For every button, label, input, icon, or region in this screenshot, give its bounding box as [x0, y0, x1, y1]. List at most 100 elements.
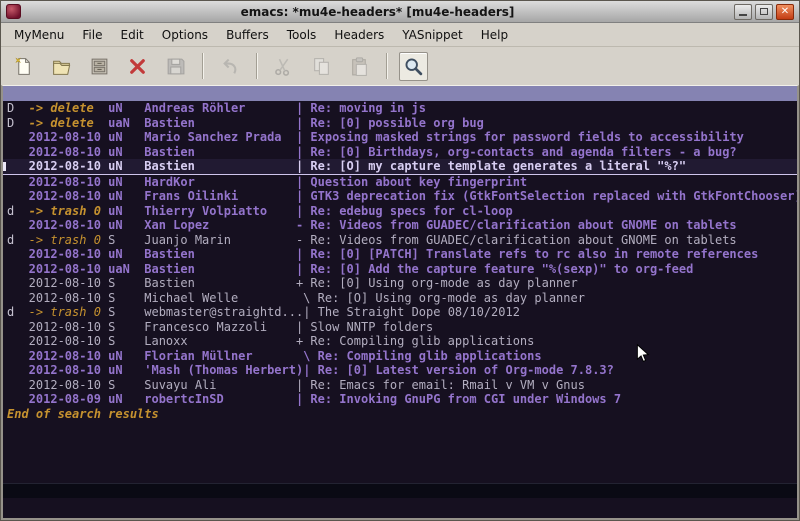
maximize-icon: [760, 8, 768, 15]
undo-icon: [215, 52, 244, 81]
flags-cell: uN: [108, 101, 144, 116]
mark-action-cell: -> delete: [29, 101, 108, 116]
message-row[interactable]: d-> trash 0SJuanjo Marin- Re: Videos fro…: [3, 233, 797, 248]
toolbar-separator: [386, 53, 387, 79]
from-cell: Frans Oilinki: [144, 189, 296, 204]
flags-cell: S: [108, 305, 144, 320]
date-cell: 2012-08-10: [29, 320, 108, 335]
minimize-button[interactable]: [734, 4, 752, 20]
new-file-icon[interactable]: [9, 52, 38, 81]
maximize-button[interactable]: [755, 4, 773, 20]
message-row[interactable]: D-> deleteuaNBastien| Re: [0] possible o…: [3, 116, 797, 131]
mark-cell: d: [7, 233, 29, 248]
close-button[interactable]: ✕: [776, 4, 794, 20]
flags-cell: S: [108, 233, 144, 248]
subject-cell: + Re: [0] Using org-mode as day planner: [296, 276, 578, 290]
message-row[interactable]: 2012-08-10SBastien+ Re: [0] Using org-mo…: [3, 276, 797, 291]
message-row[interactable]: 2012-08-10uNMario Sanchez Prada| Exposin…: [3, 130, 797, 145]
message-row[interactable]: d-> trash 0Swebmaster@straightd...| The …: [3, 305, 797, 320]
window-controls: ✕: [734, 4, 794, 20]
from-cell: Mario Sanchez Prada: [144, 130, 296, 145]
flags-cell: uN: [108, 247, 144, 262]
subject-cell: | The Straight Dope 08/10/2012: [303, 305, 520, 319]
menu-help[interactable]: Help: [472, 25, 517, 45]
minibuffer[interactable]: [3, 498, 797, 518]
from-cell: Bastien: [144, 262, 296, 277]
flags-cell: uN: [108, 159, 144, 174]
message-row[interactable]: 2012-08-10uNFlorian Müllner \ Re: Compil…: [3, 349, 797, 364]
subject-cell: | Re: moving in js: [296, 101, 426, 115]
date-cell: 2012-08-10: [29, 247, 108, 262]
subject-cell: | Re: [O] my capture template generates …: [296, 159, 686, 173]
menu-mymenu[interactable]: MyMenu: [5, 25, 73, 45]
message-row[interactable]: 2012-08-10uNFrans Oilinki| GTK3 deprecat…: [3, 189, 797, 204]
minimize-icon: [739, 14, 747, 16]
message-row[interactable]: 2012-08-10uNXan Lopez- Re: Videos from G…: [3, 218, 797, 233]
menu-yasnippet[interactable]: YASnippet: [393, 25, 472, 45]
window-menu-icon[interactable]: [6, 4, 21, 19]
save-buffer-icon: [161, 52, 190, 81]
end-of-search-results: End of search results: [3, 407, 797, 422]
message-row[interactable]: 2012-08-10SSuvayu Ali| Re: Emacs for ema…: [3, 378, 797, 393]
from-cell: HardKor: [144, 175, 296, 190]
from-cell: webmaster@straightd...: [144, 305, 303, 320]
flags-cell: S: [108, 320, 144, 335]
from-cell: Bastien: [144, 116, 296, 131]
paste-icon: [345, 52, 374, 81]
menu-file[interactable]: File: [73, 25, 111, 45]
flags-cell: uN: [108, 130, 144, 145]
message-row[interactable]: 2012-08-10uN'Mash (Thomas Herbert)| Re: …: [3, 363, 797, 378]
message-row[interactable]: 2012-08-10SFrancesco Mazzoli| Slow NNTP …: [3, 320, 797, 335]
subject-cell: - Re: Videos from GUADEC/clarification a…: [296, 218, 737, 232]
copy-icon: [307, 52, 336, 81]
message-row[interactable]: 2012-08-10SLanoxx+ Re: Compiling glib ap…: [3, 334, 797, 349]
subject-cell: | Re: [0] Birthdays, org-contacts and ag…: [296, 145, 737, 159]
message-row[interactable]: 2012-08-10SMichael Welle \ Re: [O] Using…: [3, 291, 797, 306]
message-row[interactable]: d-> trash 0uNThierry Volpiatto| Re: edeb…: [3, 204, 797, 219]
flags-cell: S: [108, 291, 144, 306]
subject-cell: | Re: edebug specs for cl-loop: [296, 204, 513, 218]
menu-headers[interactable]: Headers: [325, 25, 393, 45]
open-file-icon[interactable]: [47, 52, 76, 81]
message-row[interactable]: D-> deleteuNAndreas Röhler| Re: moving i…: [3, 101, 797, 116]
modeline[interactable]: *mu4e-headers* ( 5, 0) [All/2.0k] [mu4e-…: [3, 483, 797, 498]
message-row[interactable]: 2012-08-09uNrobertcInSD| Re: Invoking Gn…: [3, 392, 797, 407]
message-row[interactable]: 2012-08-10uNHardKor| Question about key …: [3, 175, 797, 190]
headers-list: D-> deleteuNAndreas Röhler| Re: moving i…: [3, 101, 797, 407]
menu-edit[interactable]: Edit: [112, 25, 153, 45]
date-cell: 2012-08-09: [29, 392, 108, 407]
titlebar[interactable]: emacs: *mu4e-headers* [mu4e-headers] ✕: [1, 1, 799, 23]
from-cell: Thierry Volpiatto: [144, 204, 296, 219]
toolbar: [1, 47, 799, 85]
from-cell: 'Mash (Thomas Herbert): [144, 363, 303, 378]
date-cell: 2012-08-10: [29, 291, 108, 306]
message-row-current[interactable]: 2012-08-10uNBastien| Re: [O] my capture …: [3, 159, 797, 175]
flags-cell: uN: [108, 204, 144, 219]
subject-cell: | Slow NNTP folders: [296, 320, 433, 334]
isearch-icon[interactable]: [399, 52, 428, 81]
dired-icon[interactable]: [85, 52, 114, 81]
subject-cell: | Re: Emacs for email: Rmail v VM v Gnus: [296, 378, 585, 392]
subject-cell: \ Re: Compiling glib applications: [296, 349, 542, 363]
message-row[interactable]: 2012-08-10uNBastien| Re: [0] [PATCH] Tra…: [3, 247, 797, 262]
from-cell: Michael Welle: [144, 291, 296, 306]
flags-cell: uN: [108, 349, 144, 364]
from-cell: Francesco Mazzoli: [144, 320, 296, 335]
menu-buffers[interactable]: Buffers: [217, 25, 278, 45]
kill-buffer-icon[interactable]: [123, 52, 152, 81]
from-cell: Bastien: [144, 145, 296, 160]
date-cell: 2012-08-10: [29, 349, 108, 364]
menu-tools[interactable]: Tools: [278, 25, 326, 45]
menu-options[interactable]: Options: [153, 25, 217, 45]
mark-cell: d: [7, 305, 29, 320]
subject-cell: | Re: [0] Latest version of Org-mode 7.8…: [303, 363, 614, 377]
cut-icon: [269, 52, 298, 81]
message-row[interactable]: 2012-08-10uaNBastien| Re: [0] Add the ca…: [3, 262, 797, 277]
subject-cell: | Re: [0] Add the capture feature "%(sex…: [296, 262, 693, 276]
subject-cell: | Question about key fingerprint: [296, 175, 527, 189]
date-cell: 2012-08-10: [29, 334, 108, 349]
date-cell: 2012-08-10: [29, 363, 108, 378]
message-row[interactable]: 2012-08-10uNBastien| Re: [0] Birthdays, …: [3, 145, 797, 160]
mark-action-cell: -> trash 0: [29, 305, 108, 320]
window-title: emacs: *mu4e-headers* [mu4e-headers]: [26, 5, 729, 19]
